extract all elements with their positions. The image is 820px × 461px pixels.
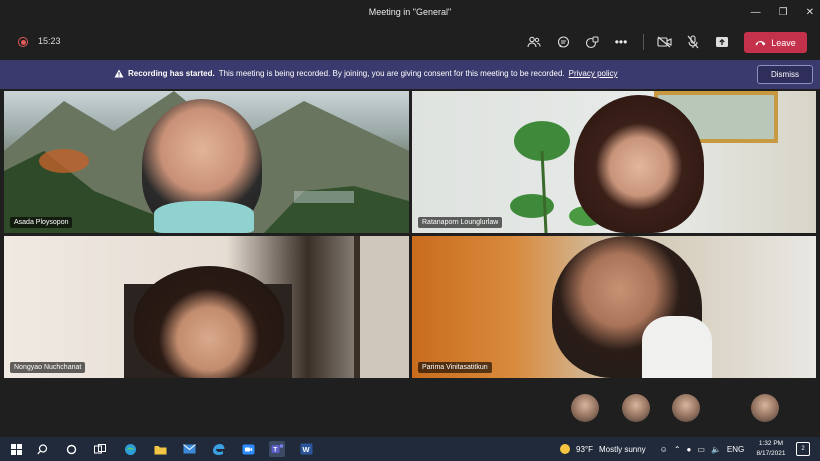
banner-strong: Recording has started.: [128, 69, 215, 78]
leave-label: Leave: [771, 37, 796, 48]
window-title: Meeting in "General": [368, 7, 452, 17]
privacy-policy-link[interactable]: Privacy policy: [569, 69, 618, 78]
meeting-timer: 15:23: [38, 36, 61, 46]
meeting-toolbar: 15:23 ••• Leave: [0, 24, 820, 60]
start-icon[interactable]: [8, 441, 24, 457]
participant-name: Asada Ploysopon: [10, 217, 73, 228]
video-tile[interactable]: Parima Vinitasatitkun: [412, 236, 816, 378]
reactions-icon[interactable]: [583, 32, 601, 52]
close-icon[interactable]: ✕: [806, 7, 814, 18]
mic-off-icon[interactable]: [684, 32, 702, 52]
recording-banner: Recording has started. This meeting is b…: [0, 60, 820, 89]
weather-temp[interactable]: 93°F: [576, 445, 593, 454]
search-icon[interactable]: [34, 441, 50, 457]
video-grid: Asada Ploysopon Ratanaporn Lounglurlaw N…: [0, 89, 820, 381]
system-tray: 93°F Mostly sunny ☺ ⌃ ● ▭ 🔈 ENG: [560, 437, 744, 461]
camera-off-icon[interactable]: [655, 32, 673, 52]
participant-name: Parima Vinitasatitkun: [418, 362, 492, 373]
file-explorer-icon[interactable]: [152, 441, 168, 457]
share-icon[interactable]: [713, 32, 731, 52]
notification-icon[interactable]: 2: [796, 442, 810, 456]
warning-icon: [114, 69, 124, 78]
microphone-icon[interactable]: ●: [687, 445, 692, 454]
dismiss-button[interactable]: Dismiss: [757, 65, 813, 84]
edge-icon[interactable]: [122, 441, 138, 457]
network-icon[interactable]: ▭: [697, 445, 705, 454]
participant-video: [574, 95, 704, 233]
toolbar-actions: •••: [525, 32, 630, 52]
zoom-icon[interactable]: [240, 441, 256, 457]
mail-icon[interactable]: [181, 441, 197, 457]
sun-icon[interactable]: [560, 444, 570, 454]
avatar[interactable]: [571, 394, 599, 422]
video-tile[interactable]: Asada Ploysopon: [4, 91, 409, 233]
participant-tray: [0, 381, 820, 437]
phone-hangup-icon: [755, 40, 766, 45]
avatar[interactable]: [672, 394, 700, 422]
avatar[interactable]: [622, 394, 650, 422]
participant-video: [134, 266, 284, 378]
teams-icon[interactable]: T: [269, 441, 285, 457]
window-controls: — ❐ ✕: [751, 0, 814, 24]
avatar[interactable]: [751, 394, 779, 422]
svg-text:W: W: [302, 445, 310, 454]
face-mask: [154, 201, 254, 233]
window: [354, 236, 409, 378]
title-bar: Meeting in "General" — ❐ ✕: [0, 0, 820, 24]
participant-name: Ratanaporn Lounglurlaw: [418, 217, 503, 228]
toolbar-divider: [643, 34, 644, 50]
task-view-icon[interactable]: [92, 441, 108, 457]
cortana-icon[interactable]: [63, 441, 79, 457]
language-indicator[interactable]: ENG: [727, 445, 744, 454]
volume-icon[interactable]: 🔈: [711, 445, 721, 454]
word-icon[interactable]: W: [298, 441, 314, 457]
media-controls: [655, 32, 731, 52]
video-tile[interactable]: Nongyao Nuchchanat: [4, 236, 409, 378]
banner-text: This meeting is being recorded. By joini…: [218, 69, 565, 78]
people-icon[interactable]: [525, 32, 543, 52]
record-icon: [18, 37, 28, 47]
weather-text[interactable]: Mostly sunny: [599, 445, 646, 454]
white-hood: [642, 316, 712, 378]
clock-date: 8/17/2021: [756, 450, 786, 457]
leave-button[interactable]: Leave: [744, 32, 807, 53]
banner-message: Recording has started. This meeting is b…: [114, 69, 618, 78]
svg-text:T: T: [273, 447, 277, 454]
taskbar: T W 93°F Mostly sunny ☺ ⌃ ● ▭ 🔈 ENG 1:32…: [0, 437, 820, 461]
minimize-icon[interactable]: —: [751, 7, 761, 18]
clock[interactable]: 1:32 PM 8/17/2021: [752, 439, 790, 459]
edge-legacy-icon[interactable]: [210, 441, 226, 457]
people-tray-icon[interactable]: ☺: [660, 445, 668, 454]
video-tile[interactable]: Ratanaporn Lounglurlaw: [412, 91, 816, 233]
chat-icon[interactable]: [554, 32, 572, 52]
more-icon[interactable]: •••: [612, 32, 630, 52]
clock-time: 1:32 PM: [758, 440, 784, 447]
chevron-up-icon[interactable]: ⌃: [674, 445, 681, 454]
participant-name: Nongyao Nuchchanat: [10, 362, 86, 373]
restore-icon[interactable]: ❐: [779, 7, 788, 18]
